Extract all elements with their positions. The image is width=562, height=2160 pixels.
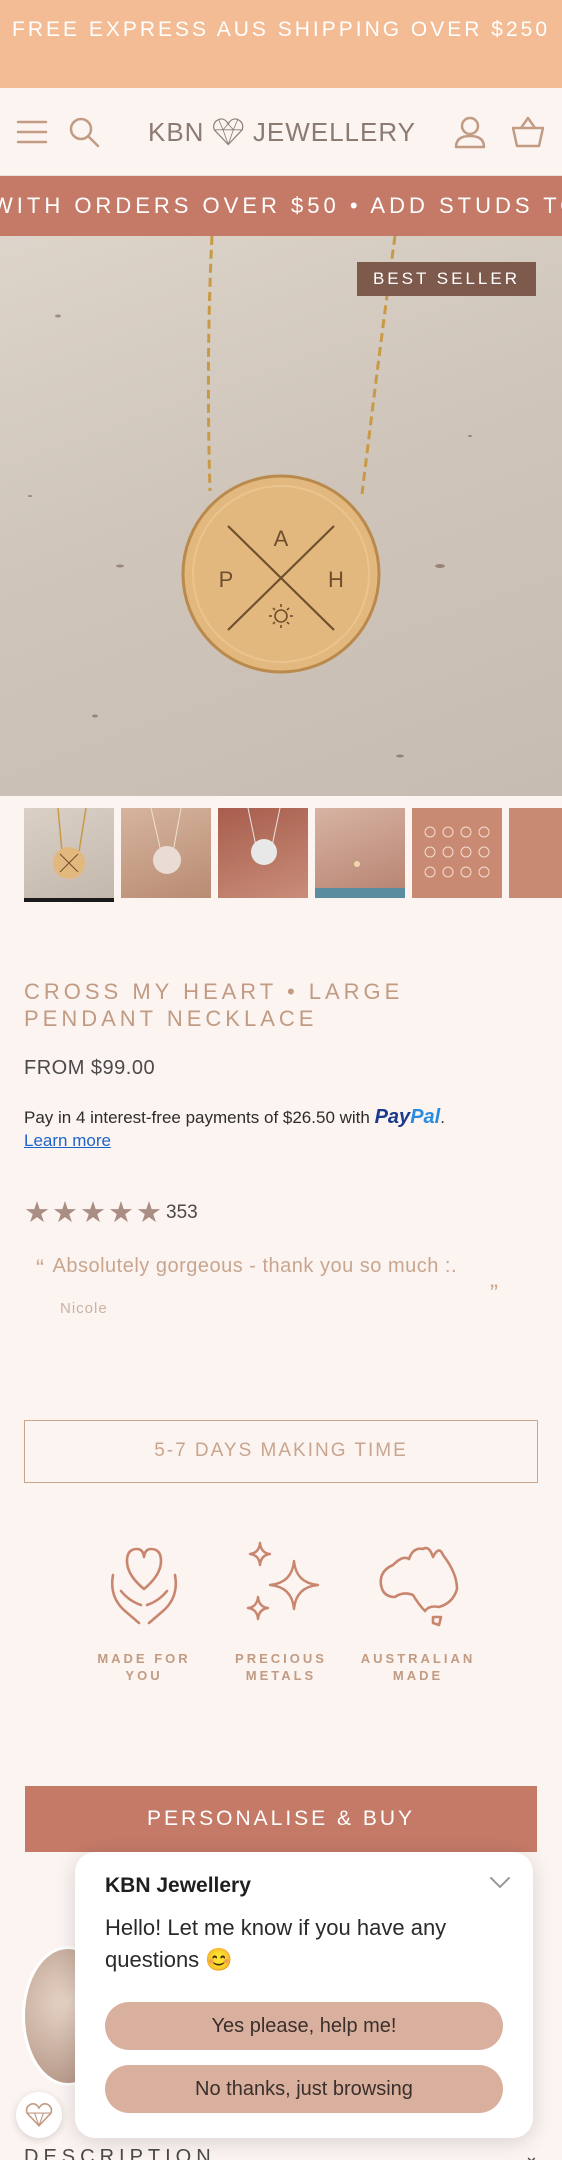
paypal-learn-more-link[interactable]: Learn more: [24, 1131, 111, 1151]
rating-stars[interactable]: ★ ★ ★ ★ ★ 353: [24, 1197, 198, 1229]
review-quote-text: Absolutely gorgeous - thank you so much …: [52, 1255, 458, 1277]
review-quote: “ Absolutely gorgeous - thank you so much…: [36, 1255, 457, 1283]
feature-label: MADE FOR YOU: [97, 1651, 191, 1683]
personalise-buy-button[interactable]: PERSONALISE & BUY: [25, 1786, 537, 1852]
feature-australian-made: AUSTRALIAN MADE: [353, 1535, 483, 1684]
promo-marquee: WITH ORDERS OVER $50 • ADD STUDS TO: [0, 176, 562, 236]
chat-popup: KBN Jewellery Hello! Let me know if you …: [75, 1852, 533, 2138]
account-icon[interactable]: [448, 110, 492, 154]
chat-launcher-button[interactable]: [16, 2092, 62, 2138]
site-logo[interactable]: KBN JEWELLERY: [148, 110, 416, 154]
feature-precious-metals: PRECIOUS METALS: [216, 1535, 346, 1684]
svg-text:P: P: [219, 567, 234, 592]
chevron-down-icon: ⌄: [523, 2146, 544, 2160]
thumbnail-2[interactable]: [121, 808, 211, 898]
review-count: 353: [166, 1202, 198, 1223]
chat-yes-button[interactable]: Yes please, help me!: [105, 2002, 503, 2050]
sparkle-icon: [246, 1541, 320, 1621]
logo-text-right: JEWELLERY: [252, 116, 416, 147]
making-time-banner: 5-7 DAYS MAKING TIME: [24, 1420, 538, 1483]
logo-text-left: KBN: [148, 116, 205, 147]
chat-message: Hello! Let me know if you have any quest…: [105, 1915, 447, 1972]
feature-label: PRECIOUS METALS: [235, 1651, 327, 1683]
product-price: FROM $99.00: [24, 1057, 156, 1079]
australia-icon: [379, 1546, 459, 1627]
search-icon[interactable]: [62, 110, 106, 154]
thumbnail-4[interactable]: [315, 808, 405, 898]
star-icon: ★: [80, 1197, 106, 1229]
svg-text:H: H: [328, 567, 344, 592]
site-header: KBN JEWELLERY: [0, 88, 562, 176]
necklace-illustration: A P H: [28, 236, 472, 758]
basket-icon[interactable]: [506, 110, 550, 154]
heart-hands-icon: [110, 1547, 178, 1625]
star-icon: ★: [108, 1197, 134, 1229]
chat-no-button[interactable]: No thanks, just browsing: [105, 2065, 503, 2113]
marquee-text: WITH ORDERS OVER $50 • ADD STUDS TO: [0, 193, 562, 218]
description-label: DESCRIPTION: [24, 2146, 216, 2160]
open-quote-icon: “: [36, 1255, 45, 1282]
thumbnail-3[interactable]: [218, 808, 308, 898]
star-icon: ★: [136, 1197, 162, 1229]
paypal-text: Pay in 4 interest-free payments of $26.5…: [24, 1108, 370, 1127]
product-title: CROSS MY HEART • LARGE PENDANT NECKLACE: [24, 979, 404, 1031]
feature-label: AUSTRALIAN MADE: [360, 1651, 476, 1683]
heart-gem-icon: [25, 2103, 53, 2127]
page: FREE EXPRESS AUS SHIPPING OVER $250 KBN …: [0, 0, 562, 2160]
thumbnail-1[interactable]: [24, 808, 114, 902]
menu-icon[interactable]: [10, 110, 54, 154]
heart-gem-icon: [213, 118, 244, 146]
announcement-bar: FREE EXPRESS AUS SHIPPING OVER $250: [0, 0, 562, 88]
description-accordion[interactable]: DESCRIPTION ⌄: [24, 2146, 544, 2160]
chevron-down-icon[interactable]: [485, 1868, 515, 1898]
close-quote-icon: ”: [490, 1280, 498, 1307]
best-seller-badge: BEST SELLER: [356, 262, 536, 296]
thumbnail-strip: [0, 796, 562, 936]
feature-made-for-you: MADE FOR YOU: [79, 1535, 209, 1684]
paypal-message: Pay in 4 interest-free payments of $26.5…: [24, 1106, 445, 1128]
star-icon: ★: [52, 1197, 78, 1229]
thumbnail-6[interactable]: [509, 808, 562, 898]
review-author: Nicole: [60, 1300, 108, 1317]
chat-title: KBN Jewellery: [105, 1874, 251, 1897]
star-icon: ★: [24, 1197, 50, 1229]
product-main-image[interactable]: A P H BEST SELLER: [0, 236, 562, 796]
thumbnail-5[interactable]: [412, 808, 502, 898]
paypal-logo: PayPal: [374, 1106, 441, 1128]
svg-text:A: A: [274, 526, 289, 551]
